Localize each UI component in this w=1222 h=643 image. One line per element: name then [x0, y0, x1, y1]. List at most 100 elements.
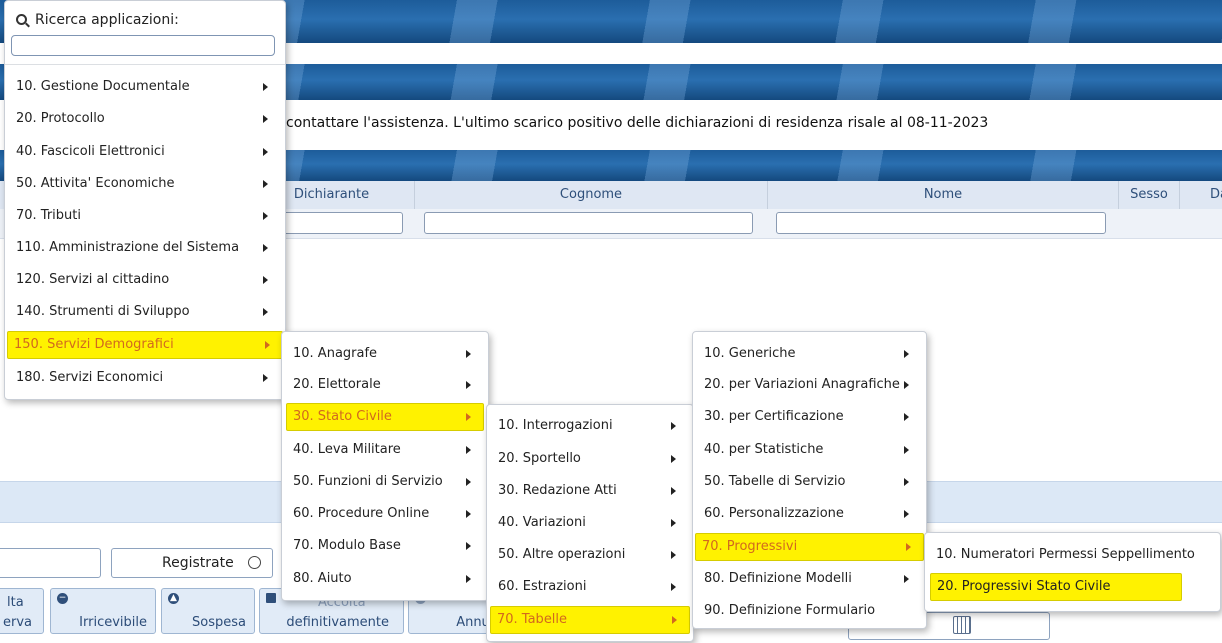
- chevron-right-icon: [466, 510, 471, 518]
- chevron-right-icon: [263, 180, 268, 188]
- chevron-right-icon: [904, 413, 909, 421]
- menu-item-elettorale[interactable]: 20. Elettorale: [287, 372, 483, 398]
- menu-item-label: 20. Progressivi Stato Civile: [937, 579, 1111, 594]
- menu-item-label: 90. Definizione Formulario: [704, 603, 876, 618]
- chevron-right-icon: [263, 374, 268, 382]
- btn-irricevibile-label: Irricevibile: [79, 615, 147, 630]
- menu-item-label: 60. Personalizzazione: [704, 506, 844, 521]
- menu-item-label: 70. Progressivi: [702, 539, 798, 554]
- chevron-right-icon: [263, 83, 268, 91]
- menu-item-label: 40. Leva Militare: [293, 442, 401, 457]
- chevron-right-icon: [466, 542, 471, 550]
- menu-item-servizi-economici[interactable]: 180. Servizi Economici: [10, 365, 280, 391]
- menu-item-label: 50. Funzioni di Servizio: [293, 474, 443, 489]
- menu-item-label: 70. Modulo Base: [293, 538, 401, 553]
- menu-item-definizione-formulario[interactable]: 90. Definizione Formulario: [698, 598, 921, 624]
- menu-item-sportello[interactable]: 20. Sportello: [492, 446, 688, 472]
- chevron-right-icon: [466, 350, 471, 358]
- radio-registrate-container[interactable]: Registrate: [111, 548, 273, 578]
- menu-item-label: 40. Variazioni: [498, 515, 586, 530]
- search-icon-handle: [25, 22, 30, 28]
- column-nome[interactable]: Nome: [767, 181, 1118, 209]
- chevron-right-icon: [466, 446, 471, 454]
- column-sesso[interactable]: Sesso: [1118, 181, 1179, 209]
- menu-item-stato-civile[interactable]: 30. Stato Civile: [286, 403, 484, 431]
- menu-item-protocollo[interactable]: 20. Protocollo: [10, 106, 280, 132]
- menu-item-label: 40. Fascicoli Elettronici: [16, 144, 165, 159]
- menu-item-fascicoli-elettronici[interactable]: 40. Fascicoli Elettronici: [10, 139, 280, 165]
- menu-item-attivita-economiche[interactable]: 50. Attivita' Economiche: [10, 171, 280, 197]
- chevron-right-icon: [904, 510, 909, 518]
- filter-dichiarante-input[interactable]: [270, 212, 403, 234]
- filter-nome-input[interactable]: [776, 212, 1106, 234]
- menu-item-label: 140. Strumenti di Sviluppo: [16, 304, 190, 319]
- menu-item-leva-militare[interactable]: 40. Leva Militare: [287, 437, 483, 463]
- chevron-right-icon: [263, 308, 268, 316]
- menu-item-modulo-base[interactable]: 70. Modulo Base: [287, 533, 483, 559]
- chevron-right-icon: [466, 478, 471, 486]
- menu-item-aiuto[interactable]: 80. Aiuto: [287, 566, 483, 592]
- chevron-right-icon: [671, 422, 676, 430]
- menu-item-tabelle[interactable]: 70. Tabelle: [490, 606, 690, 634]
- chevron-right-icon: [671, 551, 676, 559]
- arrow-up-circle-icon: ▲: [168, 593, 179, 604]
- menu-item-label: 110. Amministrazione del Sistema: [16, 240, 240, 255]
- column-cognome[interactable]: Cognome: [414, 181, 767, 209]
- chevron-right-icon: [904, 446, 909, 454]
- chevron-right-icon: [263, 244, 268, 252]
- menu-item-estrazioni[interactable]: 60. Estrazioni: [492, 574, 688, 600]
- menu-item-definizione-modelli[interactable]: 80. Definizione Modelli: [698, 566, 921, 592]
- menu-item-label: 20. Elettorale: [293, 377, 381, 392]
- calendar-icon[interactable]: [953, 616, 971, 634]
- search-input[interactable]: [11, 35, 275, 56]
- menu-item-servizi-demografici[interactable]: 150. Servizi Demografici: [7, 331, 283, 359]
- chevron-right-icon: [466, 413, 471, 421]
- menu-item-gestione-documentale[interactable]: 10. Gestione Documentale: [10, 74, 280, 100]
- menu-item-label: 70. Tabelle: [497, 612, 568, 627]
- menu-item-label: 10. Anagrafe: [293, 346, 378, 361]
- menu-item-amministrazione-sistema[interactable]: 110. Amministrazione del Sistema: [10, 235, 280, 261]
- column-data[interactable]: Da: [1179, 181, 1222, 209]
- menu-item-certificazione[interactable]: 30. per Certificazione: [698, 404, 921, 430]
- menu-item-redazione-atti[interactable]: 30. Redazione Atti: [492, 478, 688, 504]
- btn-accolta-riserva-top: lta: [7, 595, 24, 610]
- button-irricevibile[interactable]: − Irricevibile: [50, 588, 156, 634]
- menu-item-variazioni[interactable]: 40. Variazioni: [492, 510, 688, 536]
- menu-separator: [5, 64, 285, 65]
- minus-circle-icon: −: [57, 593, 68, 604]
- chevron-right-icon: [904, 478, 909, 486]
- menu-item-label: 50. Altre operazioni: [498, 547, 626, 562]
- chevron-right-icon: [466, 575, 471, 583]
- menu-item-statistiche[interactable]: 40. per Statistiche: [698, 437, 921, 463]
- radio-registrate[interactable]: [248, 556, 261, 569]
- menu-item-progressivi[interactable]: 70. Progressivi: [695, 533, 924, 561]
- chevron-right-icon: [671, 487, 676, 495]
- menu-item-generiche[interactable]: 10. Generiche: [698, 341, 921, 367]
- filter-cognome-input[interactable]: [424, 212, 753, 234]
- menu-item-servizi-cittadino[interactable]: 120. Servizi al cittadino: [10, 267, 280, 293]
- search-label: Ricerca applicazioni:: [35, 12, 179, 28]
- button-sospesa[interactable]: ▲ Sospesa: [161, 588, 255, 634]
- menu-item-funzioni-servizio[interactable]: 50. Funzioni di Servizio: [287, 469, 483, 495]
- menu-item-variazioni-anagrafiche[interactable]: 20. per Variazioni Anagrafiche: [698, 372, 921, 398]
- menu-item-procedure-online[interactable]: 60. Procedure Online: [287, 501, 483, 527]
- menu-item-label: 10. Interrogazioni: [498, 418, 613, 433]
- menu-item-anagrafe[interactable]: 10. Anagrafe: [287, 341, 483, 367]
- menu-item-label: 30. Redazione Atti: [498, 483, 617, 498]
- menu-item-tributi[interactable]: 70. Tributi: [10, 203, 280, 229]
- menu-item-label: 20. Sportello: [498, 451, 581, 466]
- text-field-left[interactable]: [0, 548, 101, 578]
- tabelle-submenu: 10. Generiche 20. per Variazioni Anagraf…: [692, 331, 927, 629]
- menu-item-numeratori-permessi[interactable]: 10. Numeratori Permessi Seppellimento: [930, 542, 1215, 568]
- menu-item-progressivi-stato-civile[interactable]: 20. Progressivi Stato Civile: [930, 573, 1182, 601]
- menu-item-personalizzazione[interactable]: 60. Personalizzazione: [698, 501, 921, 527]
- radio-registrate-label: Registrate: [162, 555, 234, 571]
- button-accolta-riserva[interactable]: lta erva: [0, 588, 44, 634]
- menu-item-label: 80. Aiuto: [293, 571, 352, 586]
- menu-item-interrogazioni[interactable]: 10. Interrogazioni: [492, 413, 688, 439]
- menu-item-altre-operazioni[interactable]: 50. Altre operazioni: [492, 542, 688, 568]
- menu-item-label: 10. Generiche: [704, 346, 796, 361]
- menu-item-strumenti-sviluppo[interactable]: 140. Strumenti di Sviluppo: [10, 299, 280, 325]
- menu-item-tabelle-servizio[interactable]: 50. Tabelle di Servizio: [698, 469, 921, 495]
- chevron-right-icon: [904, 350, 909, 358]
